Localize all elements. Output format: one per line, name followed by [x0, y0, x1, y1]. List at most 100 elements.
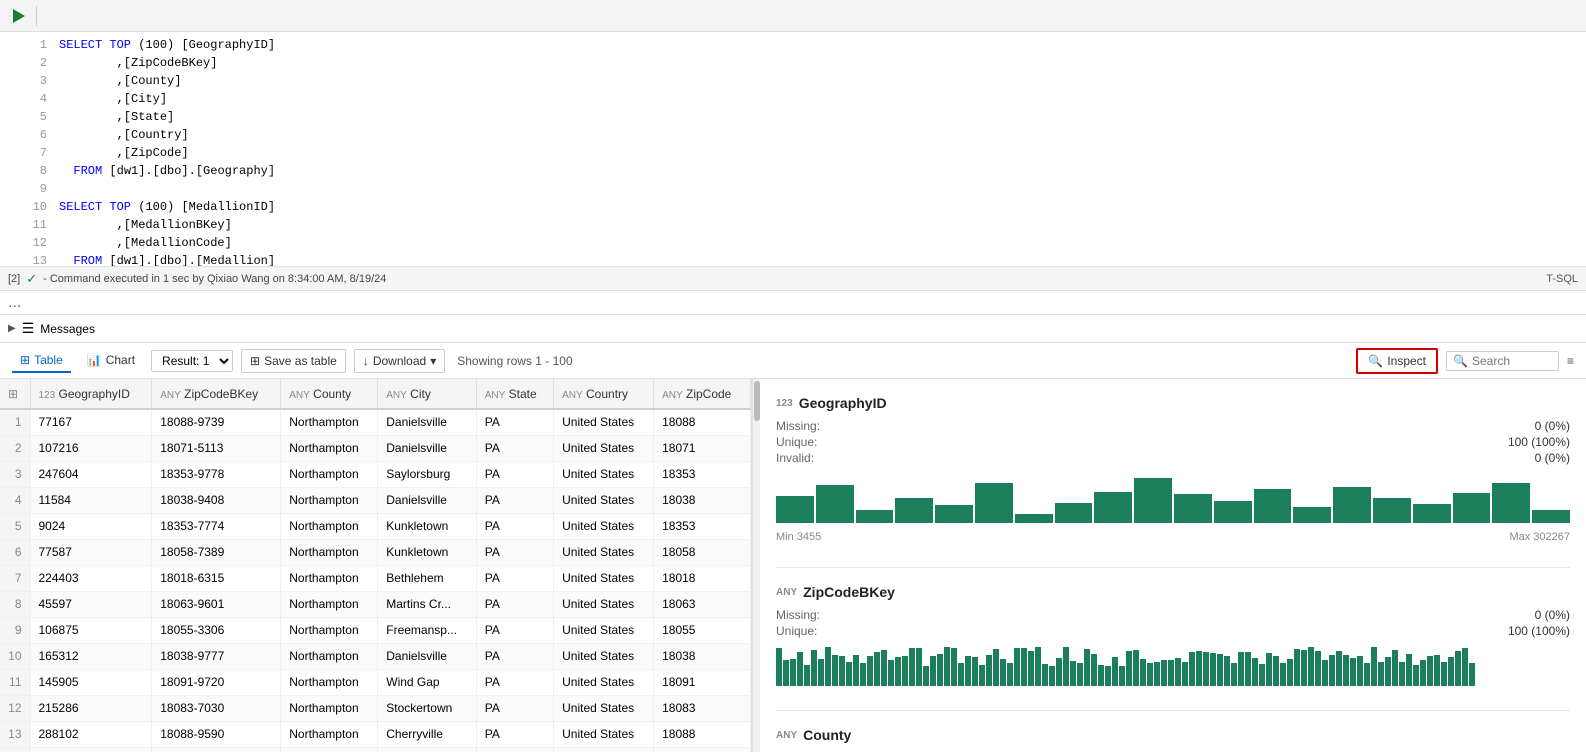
cell-zipcode: 18088 — [654, 409, 751, 435]
cell-city: Bethlehem — [378, 747, 476, 752]
cell-geoid: 77167 — [30, 409, 152, 435]
cell-city: Danielsville — [378, 487, 476, 513]
bar — [776, 496, 814, 523]
cell-zip: 18038-9408 — [152, 487, 281, 513]
mini-bar — [1028, 651, 1034, 686]
cell-country: United States — [554, 539, 654, 565]
toolbar-divider — [36, 6, 37, 26]
search-input[interactable] — [1472, 354, 1552, 368]
mini-bar — [1091, 654, 1097, 686]
table-row[interactable]: 2 107216 18071-5113 Northampton Danielsv… — [0, 435, 751, 461]
col-header-city[interactable]: ANY City — [378, 379, 476, 409]
mini-bar — [1371, 647, 1377, 686]
col-header-county[interactable]: ANY County — [281, 379, 378, 409]
col-header-zipcode[interactable]: ANY ZipCode — [654, 379, 751, 409]
table-row[interactable]: 5 9024 18353-7774 Northampton Kunkletown… — [0, 513, 751, 539]
cell-state: PA — [476, 591, 553, 617]
run-button[interactable] — [8, 5, 30, 27]
scroll-bar[interactable] — [752, 379, 760, 752]
mini-bar — [1014, 648, 1020, 686]
filter-icon[interactable]: ≡ — [1567, 354, 1574, 368]
cell-county: Northampton — [281, 669, 378, 695]
table-row[interactable]: 11 145905 18091-9720 Northampton Wind Ga… — [0, 669, 751, 695]
col-header-geographyid[interactable]: 123 GeographyID — [30, 379, 152, 409]
mini-bar — [1210, 653, 1216, 686]
mini-bar — [832, 655, 838, 686]
mini-bar — [1252, 658, 1258, 686]
cell-zip: 18055-3306 — [152, 617, 281, 643]
table-row[interactable]: 4 11584 18038-9408 Northampton Danielsvi… — [0, 487, 751, 513]
cell-zip: 18088-9739 — [152, 409, 281, 435]
table-row[interactable]: 14 179605 18020-9321 Northampton Bethleh… — [0, 747, 751, 752]
messages-label: Messages — [40, 322, 95, 336]
table-tab[interactable]: ⊞ Table — [12, 349, 71, 373]
mini-bar — [1098, 665, 1104, 686]
download-button[interactable]: ↓ Download ▾ — [354, 349, 445, 373]
mini-bar — [1427, 656, 1433, 686]
inspect-button[interactable]: 🔍 Inspect — [1356, 348, 1438, 374]
cell-zipcode: 18091 — [654, 669, 751, 695]
table-row[interactable]: 13 288102 18088-9590 Northampton Cherryv… — [0, 721, 751, 747]
cell-zip: 18018-6315 — [152, 565, 281, 591]
code-editor[interactable]: SELECT TOP (100) [GeographyID] ,[ZipCode… — [55, 36, 1586, 262]
data-table: ⊞ 123 GeographyID ANY ZipCodeBKey ANY Co… — [0, 379, 751, 752]
result-selector[interactable]: Result: 1 — [151, 350, 233, 372]
bar — [1492, 483, 1530, 523]
mini-bar — [797, 652, 803, 686]
cell-city: Danielsville — [378, 435, 476, 461]
row-num: 7 — [0, 565, 30, 591]
cell-zip: 18063-9601 — [152, 591, 281, 617]
table-row[interactable]: 1 77167 18088-9739 Northampton Danielsvi… — [0, 409, 751, 435]
table-row[interactable]: 9 106875 18055-3306 Northampton Freemans… — [0, 617, 751, 643]
expand-messages-icon[interactable]: ▶ — [8, 323, 16, 334]
cell-country: United States — [554, 513, 654, 539]
cell-geoid: 45597 — [30, 591, 152, 617]
mini-bar — [1189, 652, 1195, 686]
chart-tab[interactable]: 📊 Chart — [79, 349, 143, 373]
scroll-thumb[interactable] — [754, 381, 760, 421]
cell-zipcode: 18038 — [654, 643, 751, 669]
cell-county: Northampton — [281, 461, 378, 487]
table-row[interactable]: 6 77587 18058-7389 Northampton Kunkletow… — [0, 539, 751, 565]
chart-tab-label: Chart — [106, 353, 135, 367]
col-header-state[interactable]: ANY State — [476, 379, 553, 409]
mini-bar — [1105, 666, 1111, 686]
divider-2 — [776, 710, 1570, 711]
mini-bar — [944, 647, 950, 686]
table-row[interactable]: 8 45597 18063-9601 Northampton Martins C… — [0, 591, 751, 617]
bar — [1094, 492, 1132, 524]
bar — [1015, 514, 1053, 523]
cell-state: PA — [476, 565, 553, 591]
search-icon: 🔍 — [1453, 354, 1468, 368]
mini-bar — [1056, 658, 1062, 686]
inspect-field-county: ANY County Missing: 0 (0%) Unique: 1 (1%… — [776, 727, 1570, 752]
mini-bar — [1161, 660, 1167, 686]
grid-icon: ⊞ — [8, 387, 18, 401]
mini-bar — [937, 654, 943, 686]
cell-state: PA — [476, 409, 553, 435]
save-as-table-button[interactable]: ⊞ Save as table — [241, 349, 346, 373]
mini-bar — [1035, 647, 1041, 686]
table-tab-label: Table — [34, 353, 63, 367]
row-num: 11 — [0, 669, 30, 695]
col-header-zipcodebkey[interactable]: ANY ZipCodeBKey — [152, 379, 281, 409]
col-header-country[interactable]: ANY Country — [554, 379, 654, 409]
cell-state: PA — [476, 513, 553, 539]
table-row[interactable]: 7 224403 18018-6315 Northampton Bethlehe… — [0, 565, 751, 591]
mini-bar — [853, 655, 859, 686]
save-as-table-label: Save as table — [264, 354, 337, 368]
cell-geoid: 179605 — [30, 747, 152, 752]
table-row[interactable]: 10 165312 18038-9777 Northampton Daniels… — [0, 643, 751, 669]
cell-geoid: 288102 — [30, 721, 152, 747]
row-num: 1 — [0, 409, 30, 435]
mini-bar — [1217, 654, 1223, 686]
mini-bar — [1049, 666, 1055, 686]
table-row[interactable]: 3 247604 18353-9778 Northampton Saylorsb… — [0, 461, 751, 487]
more-options-button[interactable]: ... — [8, 294, 21, 312]
language-selector[interactable]: T-SQL — [1546, 273, 1578, 285]
bar — [1134, 478, 1172, 523]
search-box[interactable]: 🔍 — [1446, 351, 1559, 371]
bar — [816, 485, 854, 523]
table-row[interactable]: 12 215286 18083-7030 Northampton Stocker… — [0, 695, 751, 721]
mini-bar — [818, 659, 824, 686]
